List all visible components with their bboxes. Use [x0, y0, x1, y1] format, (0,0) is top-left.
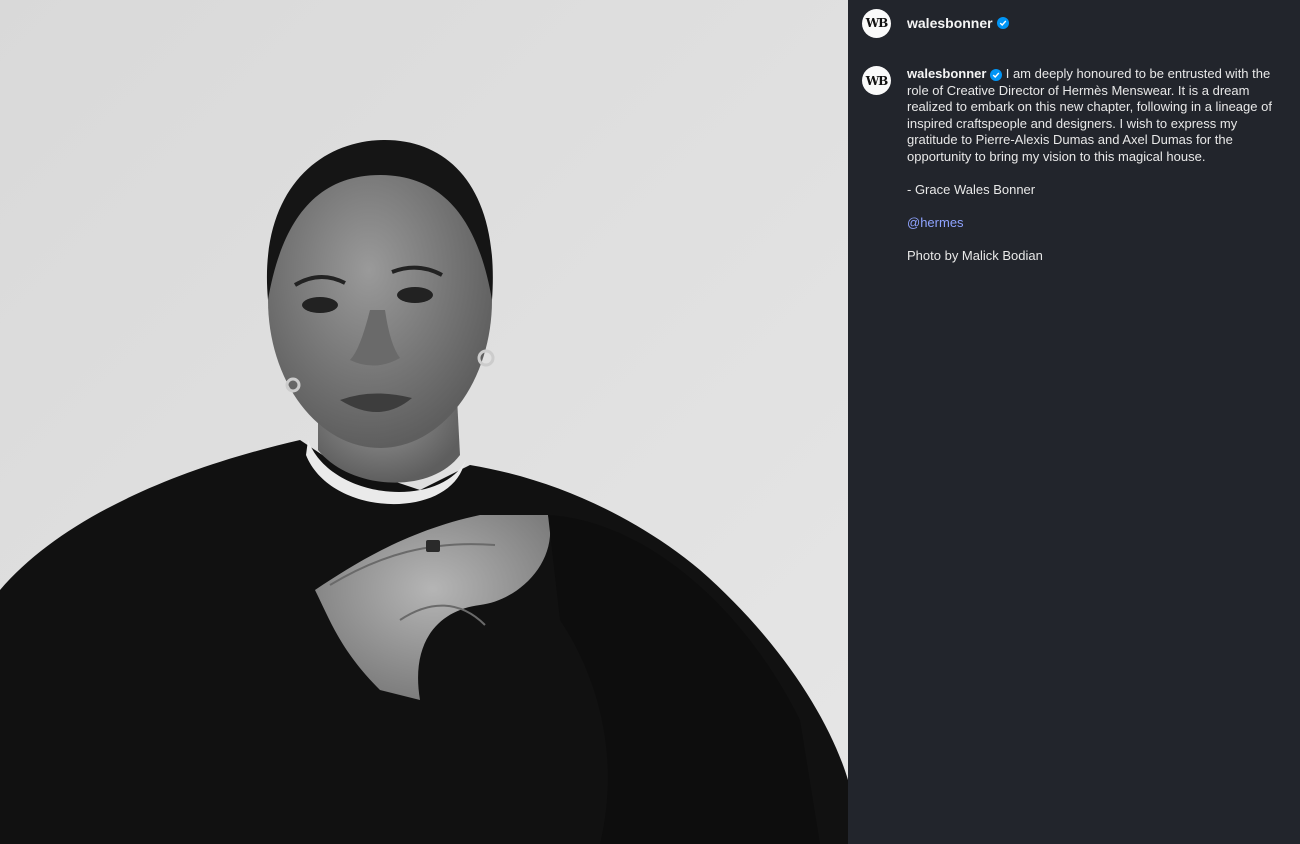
avatar-text: WB	[865, 16, 889, 30]
post-side-panel: WB walesbonner WB walesbonner I am deepl…	[848, 0, 1300, 844]
avatar[interactable]: WB	[862, 8, 891, 38]
caption-signature: - Grace Wales Bonner	[907, 181, 1036, 197]
hermes-mention-link[interactable]: @hermes	[907, 215, 964, 230]
verified-badge-icon	[996, 17, 1009, 29]
photo-credit: Photo by Malick Bodian	[907, 247, 1043, 263]
portrait-image	[0, 0, 848, 844]
header-username[interactable]: walesbonner	[907, 15, 1009, 31]
caption-avatar-text: WB	[865, 73, 889, 88]
caption-verified-icon	[990, 69, 1003, 81]
post-photo[interactable]	[0, 0, 848, 844]
caption-username[interactable]: walesbonner	[907, 66, 1006, 81]
username-text: walesbonner	[907, 15, 993, 31]
caption-block: WB walesbonner I am deeply honoured to b…	[862, 66, 1282, 281]
post-header: WB walesbonner	[862, 8, 1009, 38]
caption-text: walesbonner I am deeply honoured to be e…	[907, 66, 1273, 281]
caption-username-text: walesbonner	[907, 66, 987, 81]
caption-avatar[interactable]: WB	[862, 66, 891, 95]
